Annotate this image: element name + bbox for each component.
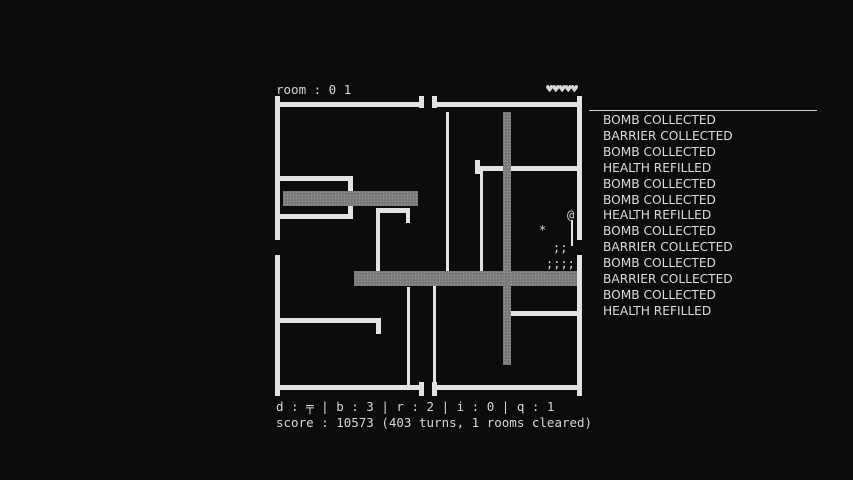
log-entry: HEALTH REFILLED [603, 208, 712, 223]
message-log-divider [589, 110, 817, 111]
log-entry: BOMB COLLECTED [603, 192, 716, 207]
log-entry: BOMB COLLECTED [603, 144, 716, 159]
rubble-pile-2: ;;;; [546, 257, 575, 271]
log-entry: BARRIER COLLECTED [603, 128, 733, 143]
wall-bottom-left [275, 385, 424, 390]
message-log: BOMB COLLECTED BARRIER COLLECTED BOMB CO… [603, 113, 733, 320]
wall-arch-top [376, 208, 410, 213]
health-hearts: ♥♥♥♥♥ [546, 82, 578, 96]
wall-lower-left-shelf [280, 318, 380, 323]
wall-right-low-shelf [511, 311, 577, 316]
hazard-strip-middle [354, 271, 577, 286]
room-label: room : 0 1 [276, 82, 352, 97]
wall-inner-ledge-bottom [280, 214, 353, 219]
wall-inner-ledge-bside [348, 206, 353, 219]
rubble-pile-1: ;; [553, 241, 568, 255]
wall-left-lower [275, 255, 280, 396]
wall-right-shelf-top [475, 166, 577, 171]
wall-top-mid-cap-b [432, 96, 437, 108]
wall-left-upper [275, 102, 280, 240]
wall-arch-right-low [407, 287, 410, 385]
log-entry: HEALTH REFILLED [603, 303, 712, 318]
hazard-column [503, 112, 511, 365]
wall-bottom-right-cap [577, 382, 582, 396]
wall-bottom-mid-cap-a [419, 382, 424, 396]
inventory-stats: d : ╤ | b : 3 | r : 2 | i : 0 | q : 1 [276, 399, 555, 414]
wall-bottom-left-cap [275, 382, 280, 396]
log-entry: BARRIER COLLECTED [603, 272, 733, 287]
wall-right-lower [577, 255, 582, 396]
player-trail [571, 220, 573, 246]
wall-inner-ledge-side [348, 176, 353, 192]
wall-lower-vertical-b [433, 286, 436, 385]
wall-arch-right [406, 208, 410, 223]
log-entry: BOMB COLLECTED [603, 224, 716, 239]
wall-bottom-right [432, 385, 582, 390]
bomb-item: * [539, 223, 547, 237]
wall-top-left [275, 102, 424, 107]
wall-inner-vertical-a [446, 112, 449, 272]
wall-right-upper [577, 102, 582, 240]
wall-right-inner-vert [480, 171, 483, 272]
wall-top-right [432, 102, 582, 107]
wall-top-mid-cap-a [419, 96, 424, 108]
hazard-strip-upper [283, 191, 418, 206]
log-entry: BOMB COLLECTED [603, 256, 716, 271]
log-entry: BOMB COLLECTED [603, 113, 716, 127]
wall-inner-ledge-top [280, 176, 353, 181]
log-entry: BOMB COLLECTED [603, 287, 716, 302]
score-line: score : 10573 (403 turns, 1 rooms cleare… [276, 415, 593, 430]
log-entry: BARRIER COLLECTED [603, 240, 733, 255]
log-entry: HEALTH REFILLED [603, 160, 712, 175]
wall-arch-left [376, 208, 380, 272]
log-entry: BOMB COLLECTED [603, 176, 716, 191]
wall-lower-left-shelf-end [376, 318, 381, 334]
